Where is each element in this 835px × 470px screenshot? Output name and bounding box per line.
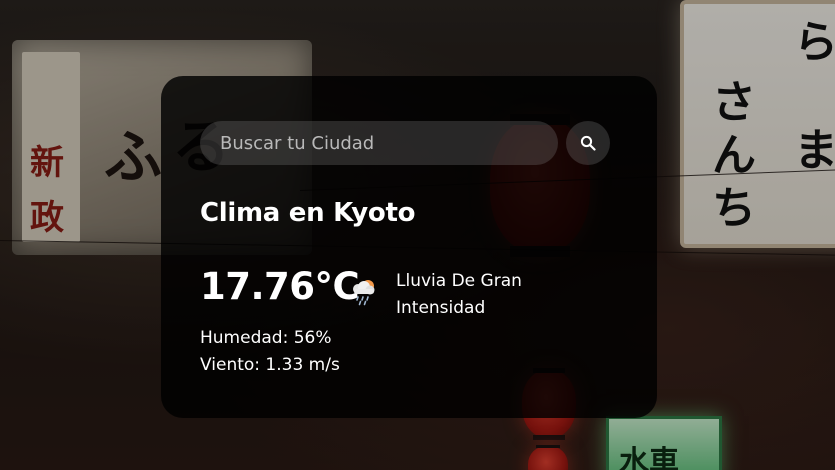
search-icon: [580, 135, 596, 151]
rain-cloud-icon: [353, 280, 375, 306]
humidity-value: Humedad: 56%: [200, 328, 332, 348]
search-button[interactable]: [566, 121, 610, 165]
weather-card: Clima en Kyoto 17.76°C Lluvia De Gran In…: [161, 76, 657, 418]
city-title: Clima en Kyoto: [200, 198, 416, 228]
weather-description: Lluvia De Gran Intensidad: [396, 271, 522, 318]
wind-value: Viento: 1.33 m/s: [200, 355, 340, 375]
search-input[interactable]: [200, 121, 558, 165]
search-bar: [200, 121, 610, 165]
temperature: 17.76°C: [200, 265, 360, 308]
